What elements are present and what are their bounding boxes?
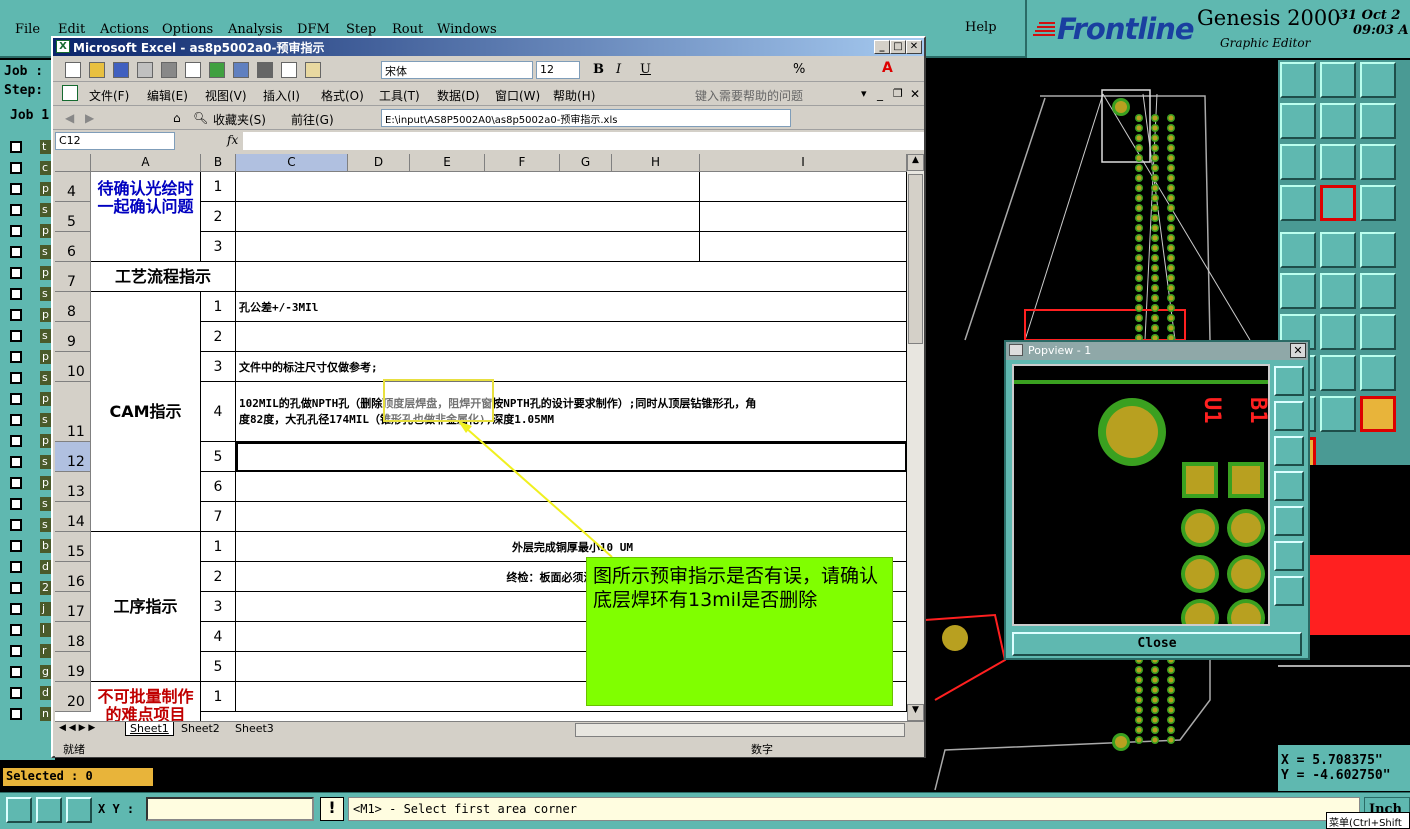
area-select-icon[interactable]: [6, 797, 32, 823]
prompt-message: <M1> - Select first area corner: [348, 797, 1360, 821]
snap-grid-icon[interactable]: [66, 797, 92, 823]
annotation-callout: 图所示预审指示是否有误，请确认 底层焊环有13mil是否删除: [586, 557, 893, 706]
xy-label: X Y :: [98, 802, 135, 816]
warning-icon[interactable]: !: [320, 797, 344, 821]
xy-input[interactable]: [146, 797, 314, 821]
measure-icon[interactable]: [36, 797, 62, 823]
menu-tooltip: 菜单(Ctrl+Shift: [1326, 812, 1410, 829]
genesis-bottombar: X Y : ! <M1> - Select first area corner …: [0, 792, 1410, 829]
selected-count: Selected : 0: [3, 768, 153, 786]
